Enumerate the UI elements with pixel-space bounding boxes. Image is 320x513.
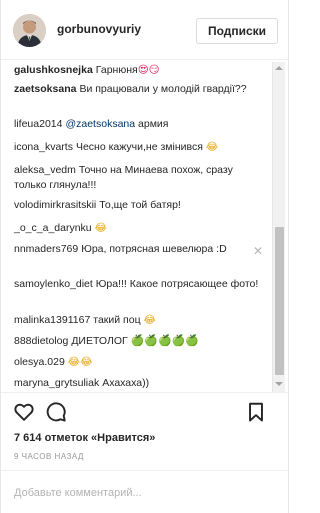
list-item: _o_c_a_darynku 😂 (14, 221, 259, 236)
comment-username[interactable]: aleksa_vedm (14, 164, 76, 176)
scroll-up-arrow-icon[interactable] (275, 66, 283, 70)
comment-emoji: 😂😂 (67, 356, 93, 368)
comment-username[interactable]: nnmaders769 (14, 243, 78, 255)
comment-username[interactable]: zaetsoksana (14, 83, 76, 95)
scrollbar-thumb[interactable] (275, 227, 284, 375)
comment-username[interactable]: icona_kvarts (14, 141, 73, 153)
comment-username[interactable]: galushkosnejka (14, 64, 93, 76)
comment-text: армия (138, 118, 169, 130)
list-item: icona_kvarts Чесно кажучи,не змінився 😂 (14, 140, 259, 155)
comment-username[interactable]: malinka1391167 (14, 314, 90, 326)
comment-text: Ви працювали у молодій гвардії?? (79, 83, 247, 95)
comment-username[interactable]: 888dietolog (14, 335, 68, 347)
comment-emoji: 😂 (94, 222, 107, 234)
comment-text: Ахахаха)) (102, 377, 150, 389)
post-header: gorbunovyuriy Подписки (1, 0, 288, 60)
action-bar (1, 392, 288, 426)
comment-text: Чесно кажучи,не змінився (75, 141, 203, 153)
comment-username[interactable]: olesya.029 (14, 356, 65, 368)
comment-emoji: 🍏🍏🍏🍏🍏 (130, 335, 200, 347)
list-item: lifeua2014 @zaetsoksana армия (14, 117, 259, 132)
follow-button[interactable]: Подписки (196, 18, 278, 44)
comment-text: ДИЕТОЛОГ (71, 335, 128, 347)
comment-icon[interactable] (45, 401, 67, 423)
comment-mention[interactable]: @zaetsoksana (65, 118, 135, 130)
comment-emoji: 😂 (143, 314, 156, 326)
post-timestamp[interactable]: 9 ЧАСОВ НАЗАД (14, 452, 84, 461)
list-item: malinka1391167 такий поц 😂 (14, 313, 259, 328)
post-panel: gorbunovyuriy Подписки galushkosnejka Гар… (0, 0, 289, 513)
avatar[interactable] (13, 14, 46, 47)
list-item: nnmaders769 Юра, потрясная шевелюра :D (14, 242, 259, 257)
comment-emoji: 😍😏 (137, 64, 160, 76)
list-item: samoylenko_diet Юра!!! Какое потрясающее … (14, 277, 259, 292)
comment-username[interactable]: maryna_grytsuliak (14, 377, 99, 389)
comment-text: Юра, потрясная шевелюра :D (81, 243, 227, 255)
add-comment-section (1, 470, 288, 513)
heart-icon[interactable] (13, 401, 35, 423)
remove-x-icon[interactable]: ✕ (253, 245, 263, 257)
comment-text: Юра!!! Какое потрясающее фото! (95, 278, 259, 290)
add-comment-input[interactable] (14, 484, 269, 502)
list-item: galushkosnejka Гарнюня😍😏 (14, 63, 259, 78)
scroll-down-arrow-icon[interactable] (275, 382, 283, 386)
comment-text: Гарнюня (95, 64, 138, 76)
list-item: zaetsoksana Ви працювали у молодій гварді… (14, 82, 259, 97)
list-item: olesya.029 😂😂 (14, 355, 259, 370)
avatar-image (13, 14, 46, 47)
comment-username[interactable]: lifeua2014 (14, 118, 62, 130)
list-item: maryna_grytsuliak Ахахаха)) (14, 376, 259, 391)
comments-list: galushkosnejka Гарнюня😍😏 zaetsoksana Ви пр… (1, 60, 288, 392)
comment-username[interactable]: samoylenko_diet (14, 278, 93, 290)
list-item: volodimirkrasitskii То,ще той батяр! (14, 198, 259, 213)
list-item: 888dietolog ДИЕТОЛОГ 🍏🍏🍏🍏🍏 (14, 334, 259, 349)
comment-username[interactable]: _o_c_a_darynku (14, 222, 92, 234)
comment-text: То,ще той батяр! (99, 199, 181, 211)
comments-scrollbar[interactable] (272, 62, 285, 392)
username-link[interactable]: gorbunovyuriy (57, 22, 141, 36)
comment-emoji: 😂 (205, 141, 219, 153)
bookmark-icon[interactable] (245, 401, 267, 423)
comment-text: такий поц (93, 314, 141, 326)
likes-count[interactable]: 7 614 отметок «Нравится» (14, 432, 155, 444)
comment-username[interactable]: volodimirkrasitskii (14, 199, 96, 211)
list-item: aleksa_vedm Точно на Минаева похож, сразу… (14, 163, 259, 193)
